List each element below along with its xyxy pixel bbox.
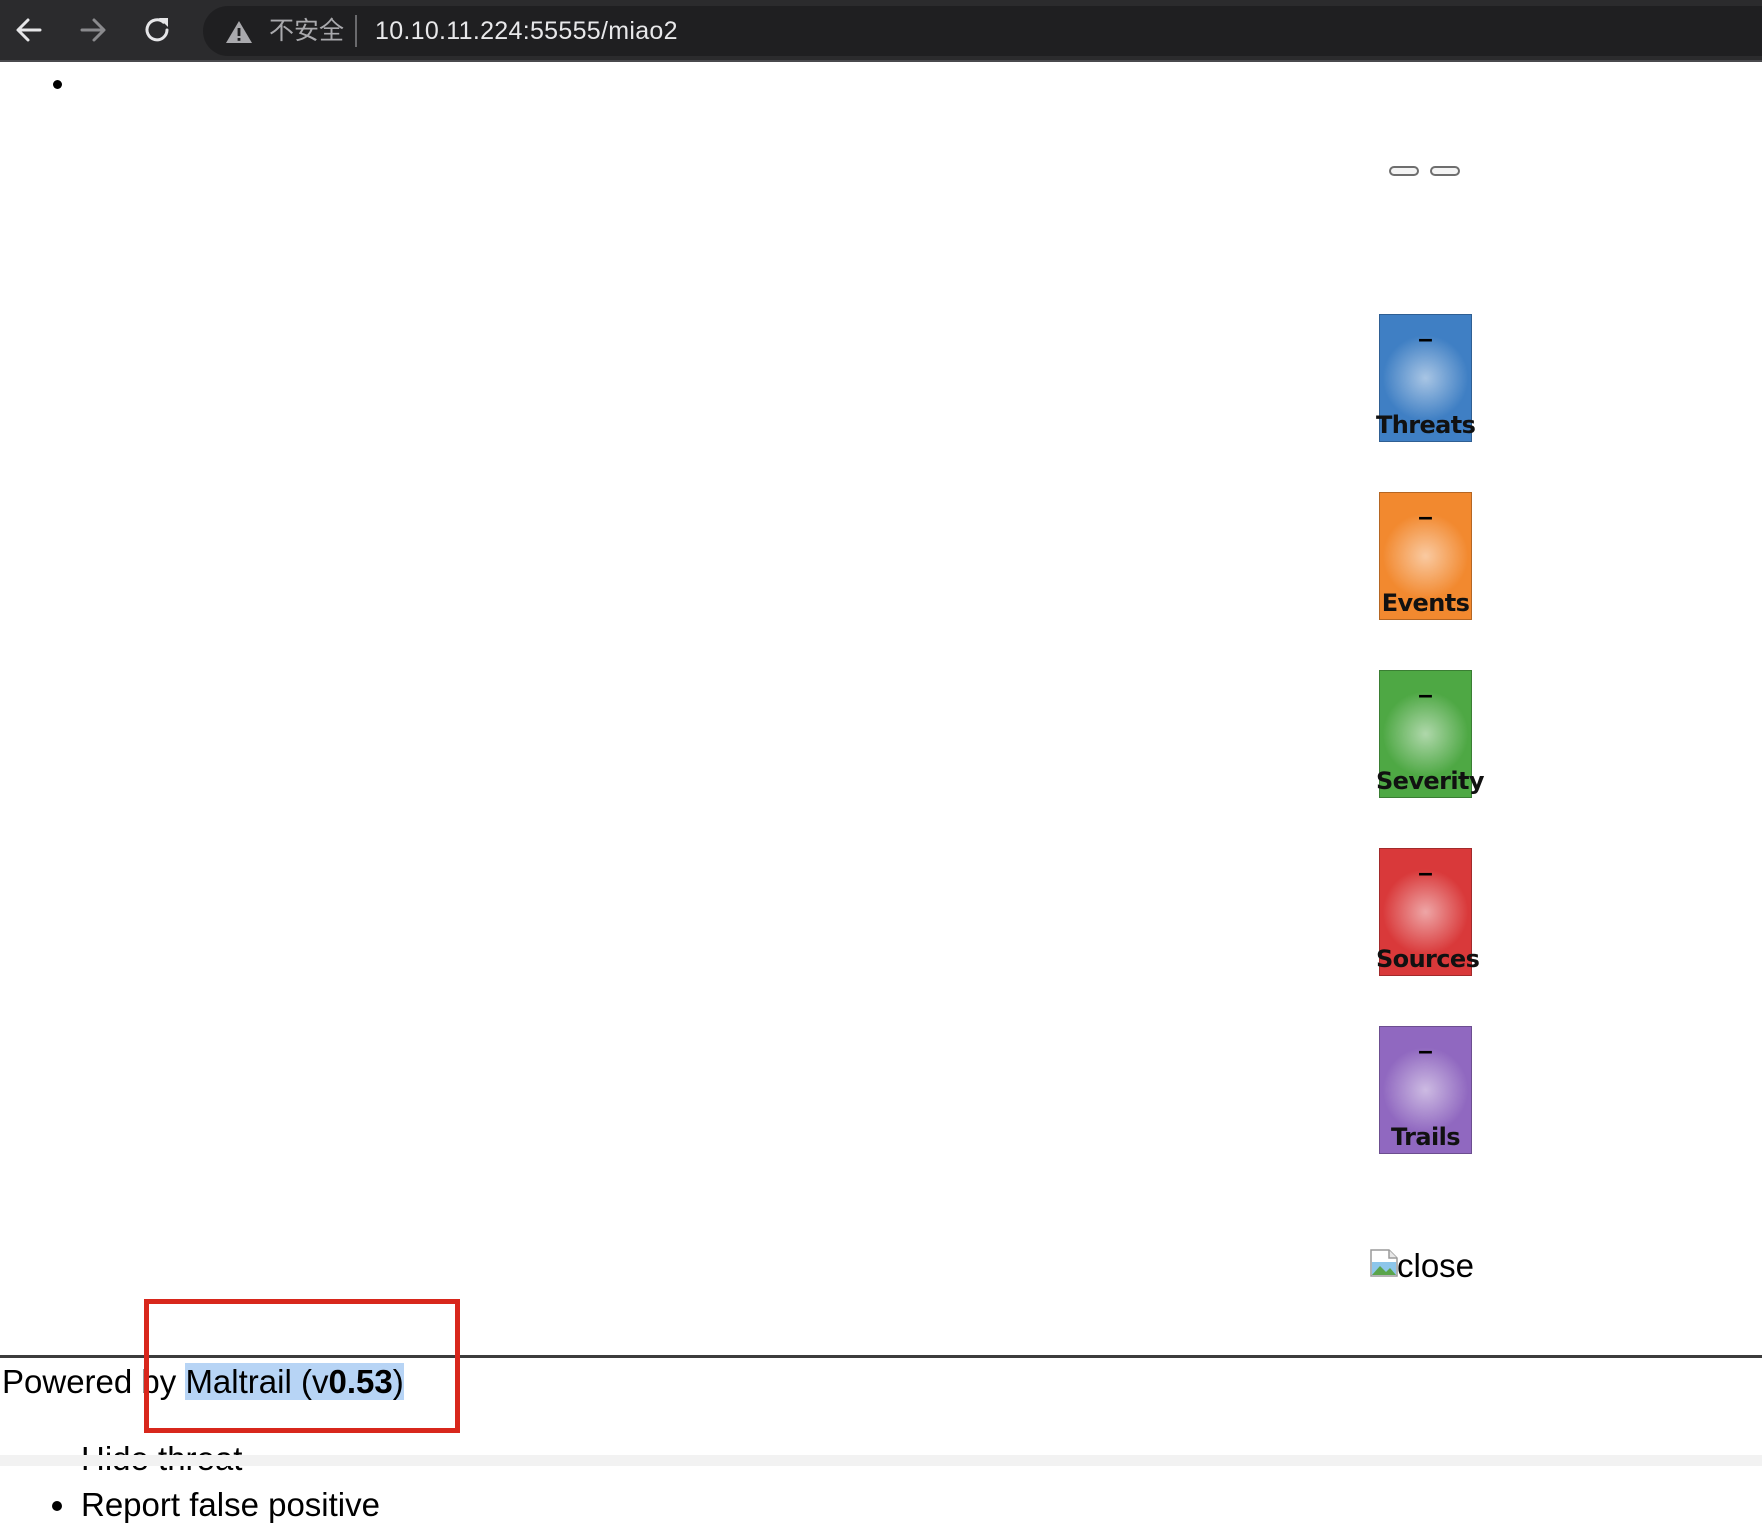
stat-box-threats[interactable]: – Threats xyxy=(1376,314,1476,442)
arrow-right-icon xyxy=(80,18,106,42)
stat-label: Threats xyxy=(1376,411,1476,439)
address-bar[interactable]: 不安全 10.10.11.224:55555/miao2 xyxy=(203,6,1762,56)
stat-box-severity[interactable]: – Severity xyxy=(1376,670,1484,798)
forward-button[interactable] xyxy=(69,6,117,54)
stat-value: – xyxy=(1418,1035,1433,1065)
menu-item-report-false-positive[interactable]: Report false positive xyxy=(50,1482,380,1528)
page-content: – Threats – Events – Severity – Sources – Trails … xyxy=(0,62,1762,1523)
broken-image-icon xyxy=(1369,1248,1399,1278)
stat-label: Events xyxy=(1381,589,1470,617)
stat-value: – xyxy=(1418,857,1433,887)
url-separator xyxy=(355,15,357,47)
stat-box-sources[interactable]: – Sources xyxy=(1376,848,1480,976)
close-image-alt-text: close xyxy=(1397,1247,1475,1284)
warning-icon[interactable] xyxy=(225,19,253,45)
reload-icon xyxy=(145,18,169,42)
small-button-2[interactable] xyxy=(1430,166,1460,176)
stat-box-events[interactable]: – Events xyxy=(1379,492,1472,620)
list-bullet xyxy=(52,1501,62,1511)
stat-value: – xyxy=(1418,679,1433,709)
back-button[interactable] xyxy=(5,6,53,54)
url-text[interactable]: 10.10.11.224:55555/miao2 xyxy=(375,17,678,45)
menu-item-label: Report false positive xyxy=(81,1486,380,1523)
browser-toolbar: 不安全 10.10.11.224:55555/miao2 xyxy=(0,0,1762,62)
stat-label: Severity xyxy=(1376,767,1484,795)
highlight-annotation-box xyxy=(144,1299,460,1433)
stat-value: – xyxy=(1418,323,1433,353)
empty-list-bullet xyxy=(53,80,62,89)
stat-label: Sources xyxy=(1376,945,1480,973)
close-image[interactable]: close xyxy=(1369,1246,1474,1286)
stat-label: Trails xyxy=(1391,1123,1461,1151)
arrow-left-icon xyxy=(16,18,42,42)
bottom-edge xyxy=(0,1455,1762,1466)
stat-value: – xyxy=(1418,501,1433,531)
not-secure-label[interactable]: 不安全 xyxy=(269,17,344,45)
stat-box-trails[interactable]: – Trails xyxy=(1379,1026,1472,1154)
small-button-1[interactable] xyxy=(1389,166,1419,176)
context-menu: Hide threat Report false positive xyxy=(50,1436,380,1528)
reload-button[interactable] xyxy=(133,6,181,54)
